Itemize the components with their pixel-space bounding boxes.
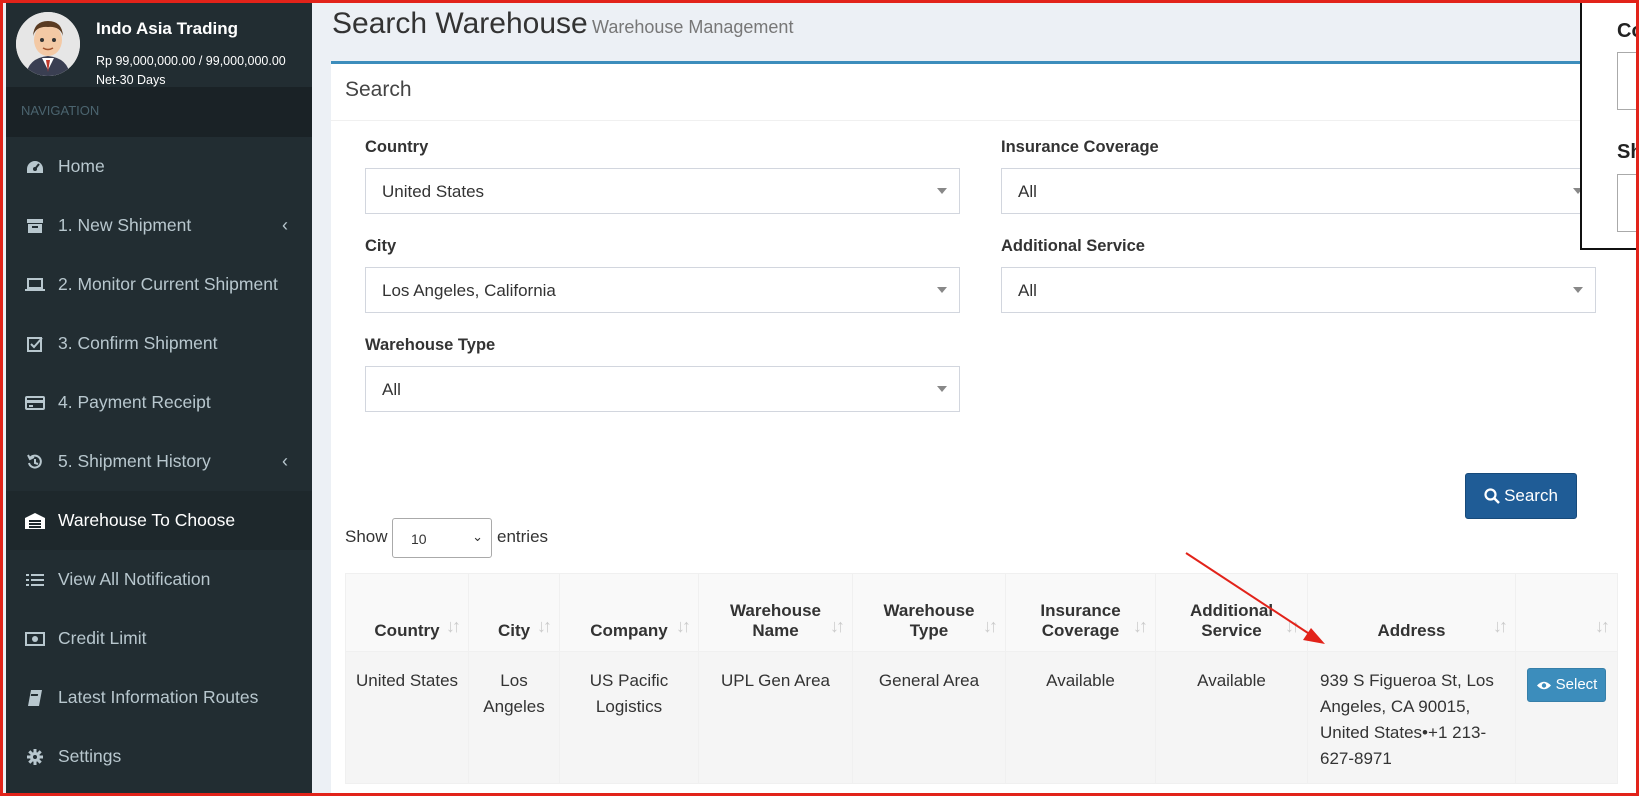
screenshot-frame: Indo Asia Trading Rp 99,000,000.00 / 99,… [0, 0, 1639, 796]
annotation-arrow [1185, 552, 1325, 644]
